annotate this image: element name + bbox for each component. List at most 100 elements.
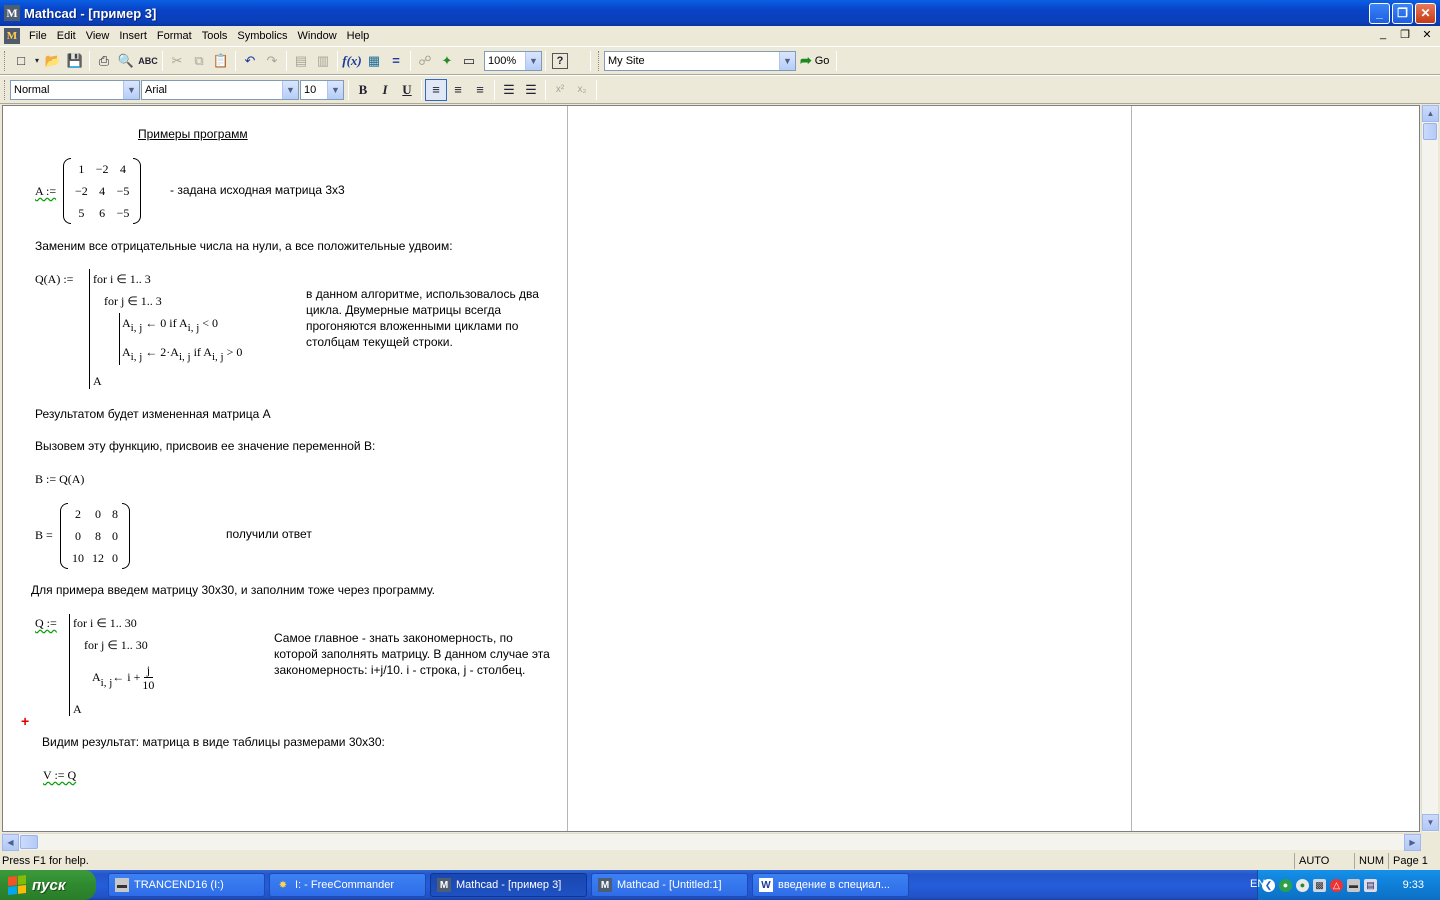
- vertical-scrollbar[interactable]: ▲ ▼: [1421, 105, 1439, 832]
- menu-view[interactable]: View: [81, 27, 115, 45]
- scroll-up-icon[interactable]: ▲: [1422, 105, 1439, 122]
- matrix-b[interactable]: 2 0 8 0 8 0 10 12 0: [60, 503, 130, 569]
- spell-check-icon[interactable]: ABC: [137, 50, 159, 72]
- resource-center-icon[interactable]: ▭: [458, 50, 480, 72]
- program-line-1[interactable]: Ai, j ← 0 if Ai, j < 0: [122, 316, 218, 334]
- monitor-icon[interactable]: ▩: [1313, 878, 1326, 892]
- bold-button[interactable]: B: [352, 79, 374, 101]
- help-icon[interactable]: ?: [552, 52, 568, 69]
- chevron-down-icon[interactable]: ▼: [282, 80, 298, 99]
- calculate-icon[interactable]: =: [385, 50, 407, 72]
- menu-window[interactable]: Window: [293, 27, 342, 45]
- chevron-down-icon[interactable]: ▼: [525, 51, 541, 70]
- align-center-icon[interactable]: ≡: [447, 79, 469, 101]
- program-q2-assign[interactable]: Ai, j ← i + j 10: [92, 663, 154, 692]
- menu-format[interactable]: Format: [152, 27, 197, 45]
- taskbar-item-mathcad-untitled[interactable]: M Mathcad - [Untitled:1]: [591, 873, 748, 897]
- matrix-b-note[interactable]: получили ответ: [226, 527, 312, 541]
- zoom-select[interactable]: 100% ▼: [484, 50, 542, 71]
- vertical-scroll-thumb[interactable]: [1423, 123, 1437, 140]
- toolbar-grip[interactable]: [4, 79, 7, 100]
- style-select[interactable]: Normal ▼: [10, 79, 140, 100]
- insert-function-icon[interactable]: f(x): [341, 50, 363, 72]
- matrix-a-label[interactable]: A :=: [35, 184, 56, 199]
- menu-help[interactable]: Help: [342, 27, 375, 45]
- menu-edit[interactable]: Edit: [52, 27, 81, 45]
- call-text[interactable]: Вызовем эту функцию, присвоив ее значени…: [35, 439, 375, 453]
- italic-button[interactable]: I: [374, 79, 396, 101]
- site-select[interactable]: My Site ▼: [604, 50, 796, 71]
- view-text[interactable]: Видим результат: матрица в виде таблицы …: [42, 735, 385, 749]
- doc-restore-button[interactable]: ❐: [1398, 28, 1412, 41]
- program-q2-comment[interactable]: Самое главное - знать закономерность, по…: [274, 630, 554, 678]
- display-icon[interactable]: ▤: [1364, 878, 1377, 892]
- menu-tools[interactable]: Tools: [197, 27, 233, 45]
- clock[interactable]: 9:33: [1403, 879, 1424, 891]
- program-q2-return[interactable]: A: [73, 702, 82, 717]
- program-q2-for-i[interactable]: for i ∈ 1.. 30: [73, 616, 137, 631]
- chevron-down-icon[interactable]: ▼: [123, 80, 139, 99]
- horizontal-scroll-thumb[interactable]: [20, 835, 38, 849]
- doc-close-button[interactable]: ✕: [1420, 28, 1434, 41]
- scroll-down-icon[interactable]: ▼: [1422, 814, 1439, 831]
- subscript-icon[interactable]: x₂: [571, 79, 593, 101]
- copy-icon[interactable]: ⧉: [188, 50, 210, 72]
- align-down-icon[interactable]: ▥: [312, 50, 334, 72]
- paste-icon[interactable]: 📋: [210, 50, 232, 72]
- title-bar[interactable]: M Mathcad - [пример 3] _ ❐ ✕: [0, 0, 1440, 26]
- component-wizard-icon[interactable]: ✦: [436, 50, 458, 72]
- matrix-a[interactable]: 1 −2 4 −2 4 −5 5 6 −5: [63, 158, 142, 224]
- go-button[interactable]: ➦ Go: [796, 50, 833, 72]
- open-folder-icon[interactable]: 📂: [42, 50, 64, 72]
- print-preview-icon[interactable]: 🔍: [115, 50, 137, 72]
- program-q-label[interactable]: Q(A) :=: [35, 272, 73, 287]
- bullet-list-icon[interactable]: ☰: [498, 79, 520, 101]
- example-text[interactable]: Для примера введем матрицу 30х30, и запо…: [31, 583, 435, 597]
- toolbar-grip[interactable]: [4, 50, 7, 71]
- program-for-j[interactable]: for j ∈ 1.. 3: [104, 294, 162, 309]
- taskbar-item-freecommander[interactable]: ✸ I: - FreeCommander: [269, 873, 426, 897]
- undo-icon[interactable]: ↶: [239, 50, 261, 72]
- chevron-down-icon[interactable]: ▼: [327, 80, 343, 99]
- underline-button[interactable]: U: [396, 79, 418, 101]
- b-assign[interactable]: B := Q(A): [35, 472, 84, 487]
- taskbar-item-word-document[interactable]: W введение в специал...: [752, 873, 909, 897]
- font-size-select[interactable]: 10 ▼: [300, 79, 344, 100]
- horizontal-scrollbar[interactable]: ◀ ▶: [2, 833, 1421, 851]
- scroll-right-icon[interactable]: ▶: [1404, 834, 1421, 851]
- minimize-button[interactable]: _: [1369, 2, 1390, 24]
- program-q2-label[interactable]: Q :=: [35, 616, 57, 631]
- document-icon[interactable]: M: [4, 28, 20, 44]
- matrix-b-label[interactable]: B =: [35, 528, 53, 543]
- usb-icon[interactable]: ▬: [1347, 878, 1360, 892]
- chevron-down-icon[interactable]: ▼: [779, 51, 795, 70]
- doc-minimize-button[interactable]: _: [1376, 28, 1390, 41]
- cut-icon[interactable]: ✂: [166, 50, 188, 72]
- taskbar-item-mathcad-example[interactable]: M Mathcad - [пример 3]: [430, 873, 587, 897]
- network-icon[interactable]: ●: [1279, 878, 1292, 892]
- shield-icon[interactable]: △: [1330, 878, 1343, 892]
- restore-button[interactable]: ❐: [1392, 2, 1413, 24]
- menu-symbolics[interactable]: Symbolics: [232, 27, 292, 45]
- dropdown-arrow-icon[interactable]: ▾: [32, 50, 42, 72]
- numbered-list-icon[interactable]: ☰: [520, 79, 542, 101]
- program-for-i[interactable]: for i ∈ 1.. 3: [93, 272, 151, 287]
- program-q2-for-j[interactable]: for j ∈ 1.. 30: [84, 638, 148, 653]
- worksheet[interactable]: Примеры программ A := 1 −2 4 −2 4 −5 5 6…: [2, 105, 1420, 832]
- align-across-icon[interactable]: ▤: [290, 50, 312, 72]
- heading-text[interactable]: Примеры программ: [138, 127, 248, 141]
- save-icon[interactable]: 💾: [64, 50, 86, 72]
- align-left-icon[interactable]: ≡: [425, 78, 447, 101]
- insert-hyperlink-icon[interactable]: ☍: [414, 50, 436, 72]
- font-select[interactable]: Arial ▼: [141, 79, 299, 100]
- program-line-2[interactable]: Ai, j ← 2·Ai, j if Ai, j > 0: [122, 345, 242, 363]
- menu-insert[interactable]: Insert: [114, 27, 152, 45]
- result-text[interactable]: Результатом будет измененная матрица А: [35, 407, 271, 421]
- taskbar-item-trancend[interactable]: ▬ TRANCEND16 (I:): [108, 873, 265, 897]
- toolbar-grip[interactable]: [598, 50, 601, 71]
- insert-unit-icon[interactable]: ▦: [363, 50, 385, 72]
- scroll-left-icon[interactable]: ◀: [2, 834, 19, 851]
- program-q-comment[interactable]: в данном алгоритме, использовалось два ц…: [306, 286, 551, 350]
- start-button[interactable]: пуск: [0, 870, 96, 900]
- new-document-icon[interactable]: □: [10, 50, 32, 72]
